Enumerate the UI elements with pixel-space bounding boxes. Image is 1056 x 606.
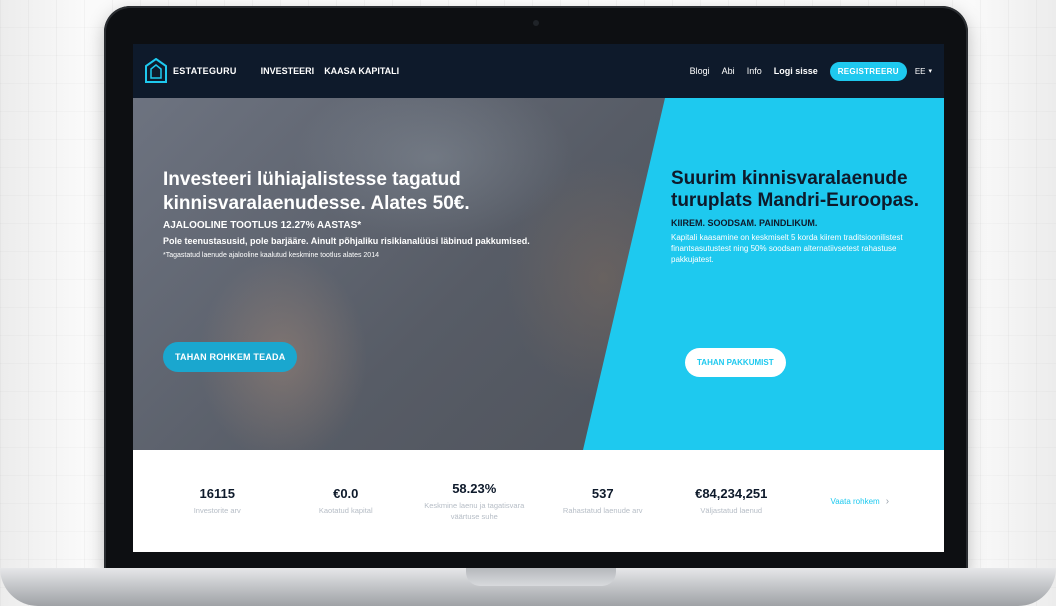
investor-title-line1: Investeeri lühiajalistesse tagatud <box>163 169 461 190</box>
register-button[interactable]: REGISTREERU <box>829 61 907 81</box>
borrower-hero-copy: Suurim kinnisvaralaenude turuplats Mandr… <box>671 168 941 265</box>
investor-yield: AJALOOLINE TOOTLUS 12.27% AASTAS* <box>163 220 362 231</box>
caret-down-icon: ▾ <box>928 68 932 75</box>
request-offer-button[interactable]: TAHAN PAKKUMIST <box>685 348 786 377</box>
stat-funded-loans: 537 Rahastatud laenude arv <box>539 486 668 516</box>
investor-footnote: *Tagastatud laenude ajalooline kaalutud … <box>163 252 379 259</box>
hero-section: Investeeri lühiajalistesse tagatud kinni… <box>133 98 944 450</box>
stat-value: 16115 <box>199 486 235 501</box>
laptop-base <box>0 568 1056 606</box>
nav-link-info[interactable]: Info <box>747 66 762 76</box>
stat-lost-capital: €0.0 Kaotatud kapital <box>282 486 411 516</box>
nav-right-group: Blogi Abi Info Logi sisse REGISTREERU EE… <box>690 61 932 81</box>
estateguru-logo-icon[interactable] <box>145 58 167 84</box>
laptop-notch <box>466 568 616 586</box>
top-navigation: ESTATEGURU INVESTEERI KAASA KAPITALI Blo… <box>133 44 944 98</box>
nav-link-kaasa-kapitali[interactable]: KAASA KAPITALI <box>324 66 399 76</box>
stats-bar: 16115 Investorite arv €0.0 Kaotatud kapi… <box>133 450 944 552</box>
see-more-label: Vaata rohkem <box>830 496 880 506</box>
investor-hero-copy: Investeeri lühiajalistesse tagatud kinni… <box>163 168 583 259</box>
stat-ltv: 58.23% Keskmine laenu ja tagatisvara vää… <box>410 481 539 522</box>
language-selector[interactable]: EE ▾ <box>915 67 932 76</box>
stat-label: Väljastatud laenud <box>700 506 763 515</box>
borrower-tagline: KIIREM. SOODSAM. PAINDLIKUM. <box>671 218 818 228</box>
borrower-description: Kapitali kaasamine on keskmiselt 5 korda… <box>671 233 903 264</box>
nav-link-blogi[interactable]: Blogi <box>690 66 710 76</box>
investor-description: Pole teenustasusid, pole barjääre. Ainul… <box>163 236 530 246</box>
stat-label: Rahastatud laenude arv <box>562 506 643 515</box>
stat-investors: 16115 Investorite arv <box>153 486 282 516</box>
chevron-right-icon: › <box>885 495 890 507</box>
stat-label: Kaotatud kapital <box>318 506 373 515</box>
stat-value: €84,234,251 <box>695 486 768 501</box>
nav-link-abi[interactable]: Abi <box>722 66 735 76</box>
logo-text[interactable]: ESTATEGURU <box>173 66 237 76</box>
see-more-link[interactable]: Vaata rohkem › <box>796 496 925 507</box>
borrower-title-line1: Suurim kinnisvaralaenude <box>671 168 908 189</box>
stat-label: Keskmine laenu ja tagatisvara väärtuse s… <box>424 500 525 521</box>
stat-value: 537 <box>591 486 614 501</box>
camera-dot <box>533 20 539 26</box>
language-code: EE <box>914 66 926 76</box>
learn-more-button[interactable]: TAHAN ROHKEM TEADA <box>163 342 298 372</box>
borrower-title-line2: turuplats Mandri-Euroopas. <box>671 190 920 211</box>
login-link[interactable]: Logi sisse <box>774 66 818 76</box>
stat-value: €0.0 <box>333 486 359 501</box>
browser-screen: ESTATEGURU INVESTEERI KAASA KAPITALI Blo… <box>133 44 944 552</box>
nav-link-investeeri[interactable]: INVESTEERI <box>261 66 315 76</box>
stat-value: 58.23% <box>452 480 497 496</box>
stat-label: Investorite arv <box>193 506 241 515</box>
stat-issued-loans: €84,234,251 Väljastatud laenud <box>667 486 796 516</box>
investor-title-line2: kinnisvaralaenudesse. Alates 50€. <box>163 193 470 214</box>
